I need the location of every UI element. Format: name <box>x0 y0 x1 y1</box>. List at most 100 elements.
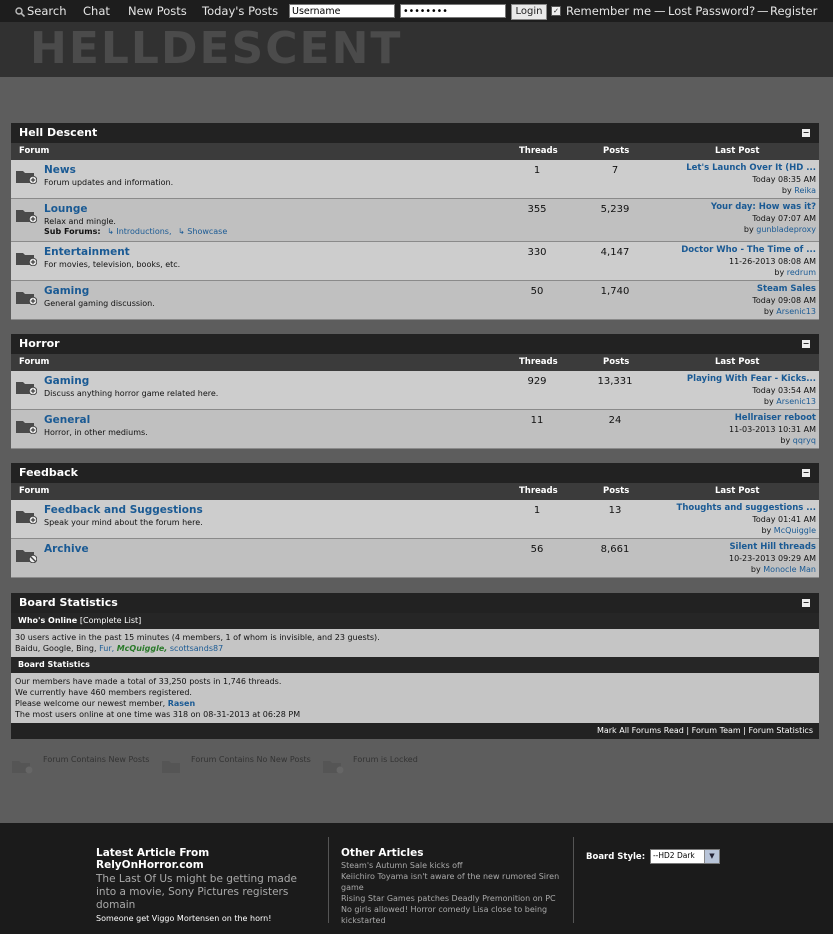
last-post-user-link[interactable]: Arsenic13 <box>776 397 816 406</box>
column-header-threads: Threads <box>519 357 558 367</box>
username-input[interactable] <box>289 4 395 18</box>
last-post-user-link[interactable]: McQuiggle <box>774 526 816 535</box>
last-post-date: 11-03-2013 10:31 AM <box>728 425 816 434</box>
category-title[interactable]: Hell Descent <box>19 126 97 139</box>
thread-count: 56 <box>530 544 544 555</box>
last-post-user-link[interactable]: Monocle Man <box>763 565 816 574</box>
last-post-user-link[interactable]: Reika <box>794 186 816 195</box>
online-summary: 30 users active in the past 15 minutes (… <box>15 633 380 642</box>
login-button[interactable]: Login <box>511 4 547 20</box>
sub-forum-link[interactable]: Introductions, <box>116 227 171 236</box>
nav-new-posts-link[interactable]: New Posts <box>128 4 187 18</box>
online-user-link[interactable]: McQuiggle, <box>117 644 168 653</box>
last-post-info: Thoughts and suggestions ... Today 01:41 … <box>677 502 816 536</box>
column-header-forum: Forum <box>19 146 50 156</box>
search-icon[interactable] <box>15 6 26 18</box>
sub-forum-arrow-icon: ↳ <box>178 227 185 236</box>
new-posts-folder-icon <box>15 379 38 396</box>
forum-title-link[interactable]: Gaming <box>44 285 89 297</box>
no-new-posts-folder-icon <box>161 758 183 774</box>
forum-statistics-link[interactable]: Forum Statistics <box>749 726 813 735</box>
board-style-select[interactable]: --HD2 Dark ▼ <box>649 849 720 864</box>
latest-article-heading: Latest Article From RelyOnHorror.com <box>96 847 210 871</box>
other-article-link[interactable]: Rising Star Games patches Deadly Premoni… <box>341 893 569 904</box>
forum-title-link[interactable]: General <box>44 414 90 426</box>
latest-article-link[interactable]: The Last Of Us might be getting made int… <box>96 873 318 912</box>
forum-row: General Horror, in other mediums. 11 24 Hell… <box>11 410 819 449</box>
other-articles-heading: Other Articles <box>341 847 424 859</box>
locked-folder-icon <box>15 547 38 564</box>
online-user-link[interactable]: scottsands87 <box>170 644 223 653</box>
collapse-toggle[interactable]: − <box>802 340 810 348</box>
last-post-by: by <box>763 397 774 406</box>
online-bots: Baidu, Google, Bing, <box>15 644 97 653</box>
last-post-title-link[interactable]: Thoughts and suggestions ... <box>677 503 816 513</box>
forum-title-link[interactable]: Lounge <box>44 203 88 215</box>
category-title[interactable]: Feedback <box>19 466 78 479</box>
password-input[interactable] <box>400 4 506 18</box>
last-post-title-link[interactable]: Playing With Fear - Kicks... <box>687 374 816 384</box>
category-title[interactable]: Horror <box>19 337 60 350</box>
locked-folder-icon <box>322 758 344 774</box>
forum-description: For movies, television, books, etc. <box>44 260 181 269</box>
forum-description: Relax and mingle. <box>44 217 116 226</box>
register-link[interactable]: Register <box>770 4 817 18</box>
footer-divider <box>328 837 329 923</box>
newest-member-prefix: Please welcome our newest member, <box>15 699 166 708</box>
post-count: 4,147 <box>600 247 630 258</box>
forum-title-link[interactable]: Archive <box>44 543 89 555</box>
sub-forum-link[interactable]: Showcase <box>187 227 227 236</box>
forum-title-link[interactable]: Feedback and Suggestions <box>44 504 203 516</box>
last-post-title-link[interactable]: Steam Sales <box>757 284 816 294</box>
site-logo[interactable]: HELLDESCENT <box>30 24 402 74</box>
forum-row: Feedback and Suggestions Speak your mind … <box>11 500 819 539</box>
newest-member-link[interactable]: Rasen <box>168 699 195 708</box>
last-post-title-link[interactable]: Hellraiser reboot <box>735 413 816 423</box>
last-post-user-link[interactable]: redrum <box>787 268 816 277</box>
post-count: 7 <box>611 165 619 176</box>
complete-list-link[interactable]: [Complete List] <box>80 616 141 625</box>
last-post-info: Silent Hill threads 10-23-2013 09:29 AM by… <box>729 541 816 575</box>
last-post-user-link[interactable]: Arsenic13 <box>776 307 816 316</box>
collapse-toggle[interactable]: − <box>802 129 810 137</box>
legend-new-posts: Forum Contains New Posts <box>43 755 150 764</box>
last-post-title-link[interactable]: Your day: How was it? <box>711 202 816 212</box>
stat-record: The most users online at one time was 31… <box>15 710 301 719</box>
other-article-link[interactable]: No girls allowed! Horror comedy Lisa clo… <box>341 904 569 926</box>
board-style-value: --HD2 Dark <box>652 851 695 860</box>
remember-me-checkbox[interactable]: ✓ <box>551 6 561 16</box>
site-footer: Latest Article From RelyOnHorror.com The… <box>0 823 833 934</box>
online-user-link[interactable]: Fur, <box>99 644 114 653</box>
sub-forum-arrow-icon: ↳ <box>107 227 114 236</box>
last-post-title-link[interactable]: Doctor Who - The Time of ... <box>681 245 816 255</box>
column-header-last-post: Last Post <box>715 486 760 496</box>
lost-password-link[interactable]: Lost Password? <box>668 4 755 18</box>
new-posts-folder-icon <box>15 250 38 267</box>
collapse-toggle[interactable]: − <box>802 599 810 607</box>
link-separator: | <box>743 726 746 735</box>
other-article-link[interactable]: Steam's Autumn Sale kicks off <box>341 860 569 871</box>
nav-todays-posts-link[interactable]: Today's Posts <box>202 4 278 18</box>
forum-team-link[interactable]: Forum Team <box>692 726 741 735</box>
collapse-toggle[interactable]: − <box>802 469 810 477</box>
last-post-user-link[interactable]: qqryq <box>793 436 816 445</box>
forum-title-link[interactable]: Entertainment <box>44 246 130 258</box>
board-stats-footer: Mark All Forums Read | Forum Team | Foru… <box>11 723 819 739</box>
last-post-title-link[interactable]: Let's Launch Over It (HD ... <box>686 163 816 173</box>
mark-all-read-link[interactable]: Mark All Forums Read <box>597 726 684 735</box>
forum-title-link[interactable]: News <box>44 164 76 176</box>
chevron-down-icon[interactable]: ▼ <box>703 850 719 863</box>
last-post-info: Doctor Who - The Time of ... 11-26-2013 0… <box>681 244 816 278</box>
other-article-link[interactable]: Keiichiro Toyama isn't aware of the new … <box>341 871 569 893</box>
stat-newest: Please welcome our newest member, Rasen <box>15 698 815 709</box>
last-post-date: Today 09:08 AM <box>752 296 816 305</box>
nav-search-link[interactable]: Search <box>27 4 67 18</box>
new-posts-folder-icon <box>15 508 38 525</box>
last-post-by: by <box>761 526 772 535</box>
last-post-user-link[interactable]: gunbladeproxy <box>756 225 816 234</box>
forum-title-link[interactable]: Gaming <box>44 375 89 387</box>
last-post-title-link[interactable]: Silent Hill threads <box>729 542 816 552</box>
board-style-section: Board Style: --HD2 Dark ▼ <box>586 849 720 864</box>
nav-chat-link[interactable]: Chat <box>83 4 110 18</box>
column-header-posts: Posts <box>603 486 630 496</box>
